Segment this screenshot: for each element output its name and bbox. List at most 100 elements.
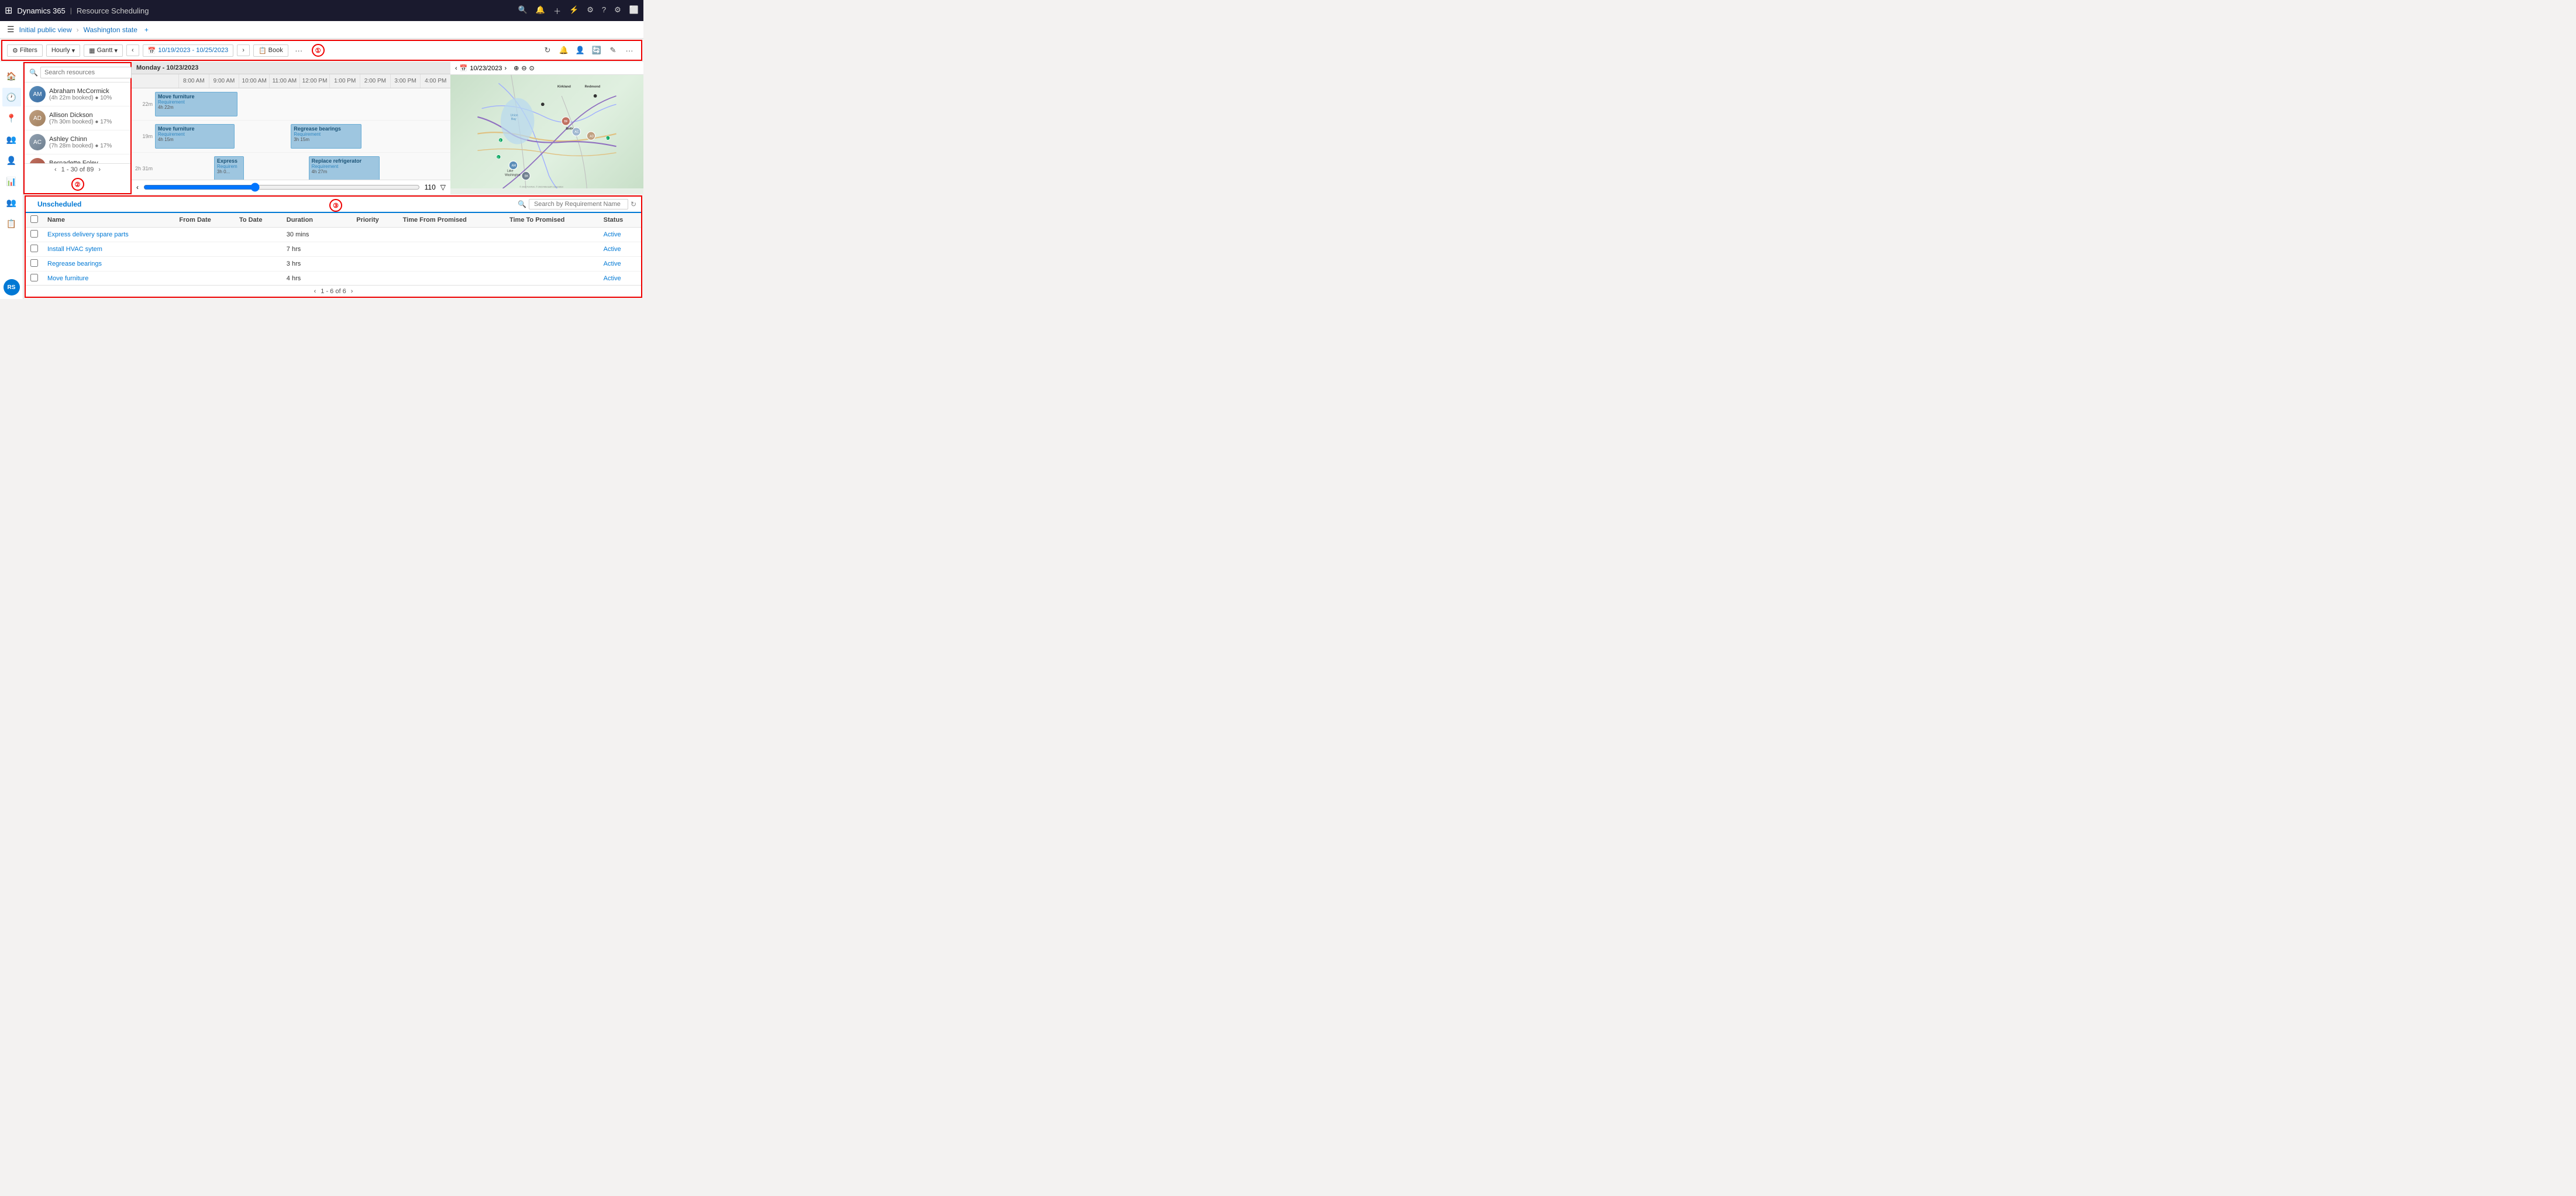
col-duration: Duration xyxy=(282,213,352,228)
filters-button[interactable]: ⚙ Filters xyxy=(7,44,43,57)
annotation-1: ① xyxy=(312,44,325,57)
add-view-icon[interactable]: + xyxy=(144,26,149,34)
clock-icon[interactable]: 🕐 xyxy=(2,88,21,106)
row-name-link[interactable]: Move furniture xyxy=(47,275,88,282)
settings-icon[interactable]: ⚙ xyxy=(587,5,594,16)
zoom-in-icon[interactable]: ⊕ xyxy=(514,64,519,72)
row-name-link[interactable]: Install HVAC sytem xyxy=(47,246,102,253)
user-avatar-rs[interactable]: RS xyxy=(4,279,20,295)
table-row: Regrease bearings 3 hrs Active xyxy=(26,257,641,271)
chevron-down-icon: ▾ xyxy=(72,47,75,54)
scroll-left-icon[interactable]: ‹ xyxy=(136,183,139,191)
row-name-cell: Express delivery spare parts xyxy=(43,228,174,242)
ellipsis-icon[interactable]: ··· xyxy=(622,43,636,57)
resource-item[interactable]: AD Allison Dickson (7h 30m booked) ● 17% xyxy=(25,106,130,130)
col-tfp: Time From Promised xyxy=(398,213,505,228)
tbl-next-icon[interactable]: › xyxy=(351,288,353,295)
hourly-label: Hourly xyxy=(51,47,70,54)
resource-info: Ashley Chinn (7h 28m booked) ● 17% xyxy=(49,136,126,149)
expand-icon[interactable]: ▽ xyxy=(440,183,446,191)
prev-date-button[interactable]: ‹ xyxy=(126,44,139,56)
gantt-row: 2h 31m Express Requirem 3h 0... Replace … xyxy=(132,153,450,180)
status-badge: Active xyxy=(604,275,621,282)
map-next-icon[interactable]: › xyxy=(504,65,507,72)
bell-icon[interactable]: 🔔 xyxy=(557,43,571,57)
hamburger-icon[interactable]: ☰ xyxy=(7,25,15,35)
location-icon[interactable]: ⊙ xyxy=(529,64,535,72)
user-icon[interactable]: 👤 xyxy=(2,151,21,170)
gantt-button[interactable]: ▦ Gantt ▾ xyxy=(84,44,123,57)
search-resources-input[interactable] xyxy=(40,67,132,78)
person-icon[interactable]: 👤 xyxy=(573,43,587,57)
row-duration: 3 hrs xyxy=(282,257,352,271)
bottom-search-icon[interactable]: 🔍 xyxy=(518,200,526,208)
search-icon[interactable]: 🔍 xyxy=(518,5,528,16)
gantt-block[interactable]: Express Requirem 3h 0... xyxy=(214,156,244,180)
book-icon: 📋 xyxy=(259,47,267,54)
row-name-link[interactable]: Regrease bearings xyxy=(47,260,102,267)
view-item-washington[interactable]: Washington state xyxy=(84,26,137,34)
bottom-table-wrapper: Name From Date To Date Duration Priority… xyxy=(26,213,641,285)
sync-icon[interactable]: 🔄 xyxy=(590,43,604,57)
list-icon[interactable]: 📋 xyxy=(2,214,21,233)
gantt-block[interactable]: Move furniture Requirement 4h 22m xyxy=(155,92,237,116)
tbl-prev-icon[interactable]: ‹ xyxy=(314,288,316,295)
resource-item[interactable]: AC Ashley Chinn (7h 28m booked) ● 17% xyxy=(25,130,130,154)
next-date-button[interactable]: › xyxy=(237,44,250,56)
chart-icon[interactable]: 📊 xyxy=(2,172,21,191)
row-name-cell: Move furniture xyxy=(43,271,174,286)
select-all-header xyxy=(26,213,43,228)
gantt-block[interactable]: Replace refrigerator Requirement 4h 27m xyxy=(309,156,380,180)
map-pin-icon[interactable]: 📍 xyxy=(2,109,21,128)
row-ttp xyxy=(505,242,599,257)
prev-page-icon[interactable]: ‹ xyxy=(54,166,57,173)
refresh-icon[interactable]: ↻ xyxy=(540,43,555,57)
help-icon[interactable]: ? xyxy=(602,5,606,16)
map-prev-icon[interactable]: ‹ xyxy=(455,65,457,72)
refresh-search-icon[interactable]: ↻ xyxy=(631,200,636,208)
gantt-block[interactable]: Move furniture Requirement 4h 15m xyxy=(155,124,235,149)
row-checkbox[interactable] xyxy=(30,274,38,281)
people-icon[interactable]: 👥 xyxy=(2,193,21,212)
notify-icon[interactable]: 🔔 xyxy=(536,5,545,16)
filter-icon[interactable]: ⚡ xyxy=(569,5,578,16)
filter-icon: ⚙ xyxy=(12,47,18,54)
next-page-icon[interactable]: › xyxy=(98,166,101,173)
view-item-initial[interactable]: Initial public view xyxy=(19,26,72,34)
svg-text:© 2023 TomTom, © 2023 Microsof: © 2023 TomTom, © 2023 Microsoft Corporat… xyxy=(519,186,563,188)
requirement-search-input[interactable] xyxy=(529,199,628,209)
add-icon[interactable]: ＋ xyxy=(553,5,561,16)
zoom-out-icon[interactable]: ⊖ xyxy=(521,64,526,72)
window-icon[interactable]: ⬜ xyxy=(629,5,639,16)
map-toolbar: ‹ 📅 10/23/2023 › ⊕ ⊖ ⊙ xyxy=(450,62,643,75)
edit-icon[interactable]: ✎ xyxy=(606,43,620,57)
select-all-checkbox[interactable] xyxy=(30,215,38,223)
block-title: Move furniture xyxy=(158,126,232,132)
block-sub: Requirement xyxy=(158,132,232,137)
col-priority: Priority xyxy=(352,213,398,228)
map-date: 10/23/2023 xyxy=(470,65,502,72)
gantt-block[interactable]: Regrease bearings Requirement 3h 15m xyxy=(291,124,361,149)
settings2-icon[interactable]: ⚙ xyxy=(614,5,621,16)
row-name-link[interactable]: Express delivery spare parts xyxy=(47,231,129,238)
map-canvas[interactable]: Union Bay Kirkland Redmond Bellevue Lake… xyxy=(450,75,643,188)
row-checkbox[interactable] xyxy=(30,245,38,252)
book-button[interactable]: 📋 Book xyxy=(253,44,288,57)
app-name: Dynamics 365 xyxy=(17,6,65,15)
home-icon[interactable]: 🏠 xyxy=(2,67,21,85)
row-checkbox[interactable] xyxy=(30,230,38,238)
row-name-cell: Regrease bearings xyxy=(43,257,174,271)
resource-name: Allison Dickson xyxy=(49,112,126,119)
row-checkbox[interactable] xyxy=(30,259,38,267)
unscheduled-tab[interactable]: Unscheduled xyxy=(30,197,88,213)
group-icon[interactable]: 👥 xyxy=(2,130,21,149)
more-options-icon[interactable]: ··· xyxy=(292,43,306,57)
row-to xyxy=(235,242,282,257)
resource-item[interactable]: AM Abraham McCormick (4h 22m booked) ● 1… xyxy=(25,83,130,106)
hourly-button[interactable]: Hourly ▾ xyxy=(46,44,80,57)
svg-text:Lake: Lake xyxy=(507,169,514,173)
zoom-slider[interactable] xyxy=(143,183,420,192)
resource-item[interactable]: BF Bernadette Foley (6h 49m booked) ● 15… xyxy=(25,154,130,163)
time-slot: 4:00 PM xyxy=(420,74,450,88)
app-grid-icon[interactable]: ⊞ xyxy=(5,5,12,16)
